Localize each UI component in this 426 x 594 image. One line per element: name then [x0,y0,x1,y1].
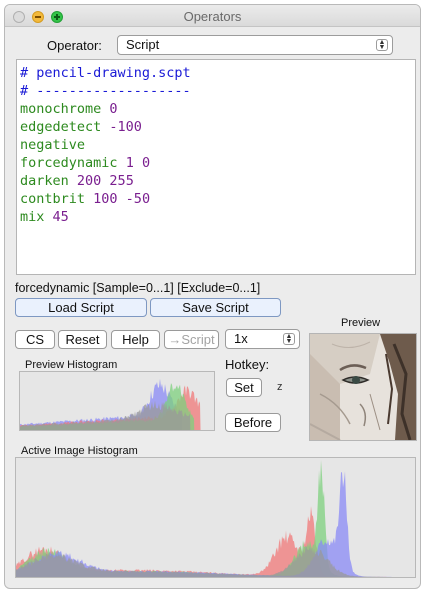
script-command: contbrit [20,191,86,207]
hotkey-value: z [277,381,283,393]
script-line: monochrome 0 [20,100,415,118]
script-command: forcedynamic [20,155,118,171]
before-button[interactable]: Before [225,413,281,432]
operator-value: Script [126,37,160,52]
script-line: edgedetect -100 [20,118,415,136]
operators-window: Operators Operator: Script ▲ ▼ # pencil-d… [4,4,421,589]
zoom-select[interactable]: 1x ▲ ▼ [225,329,300,349]
script-command: edgedetect [20,119,102,135]
preview-histogram [19,371,215,477]
title-bar[interactable]: Operators [5,5,420,27]
script-args: 45 [52,209,69,225]
script-line: mix 45 [20,208,415,226]
preview-label: Preview [341,317,381,329]
status-text: forcedynamic [Sample=0...1] [Exclude=0..… [15,281,261,295]
pencil-sketch-portrait [309,334,416,441]
set-button[interactable]: Set [226,378,262,397]
script-line: darken 200 255 [20,172,415,190]
preview-histogram-label: Preview Histogram [25,359,118,371]
script-line: # ------------------- [20,82,415,100]
load-script-button[interactable]: Load Script [15,298,147,317]
script-args: -100 [109,119,142,135]
histogram-channel [16,545,415,577]
to-script-button[interactable]: →Script [164,330,219,349]
script-line: contbrit 100 -50 [20,190,415,208]
script-args: 1 0 [125,155,151,171]
active-histogram-label: Active Image Histogram [21,445,138,457]
script-comment: # ------------------- [20,83,191,99]
operator-select[interactable]: Script ▲ ▼ [117,35,393,55]
script-command: mix [20,209,45,225]
zoom-value: 1x [234,331,248,346]
script-command: monochrome [20,101,102,117]
cs-button[interactable]: CS [15,330,55,349]
help-button[interactable]: Help [111,330,160,349]
chevron-up-down-icon: ▲ ▼ [376,39,388,51]
script-comment: # pencil-drawing.scpt [20,65,191,81]
reset-button[interactable]: Reset [58,330,107,349]
script-args: 200 255 [76,173,134,189]
window-title: Operators [183,9,242,24]
hotkey-label: Hotkey: [225,357,270,372]
operator-label: Operator: [47,38,102,53]
histogram-channel [16,460,415,577]
script-args: 0 [109,101,118,117]
script-line: # pencil-drawing.scpt [20,64,415,82]
active-image-histogram [15,457,416,578]
preview-histogram-plot [20,378,214,477]
script-editor[interactable]: # pencil-drawing.scpt # -----------------… [16,59,416,275]
script-command: darken [20,173,69,189]
script-line: forcedynamic 1 0 [20,154,415,172]
save-script-button[interactable]: Save Script [150,298,281,317]
chevron-up-down-icon: ▲ ▼ [283,333,295,345]
script-line: negative [20,136,415,154]
script-args: 100 -50 [93,191,151,207]
preview-image [309,333,417,441]
active-histogram-plot [16,460,415,577]
script-command: negative [20,137,86,153]
